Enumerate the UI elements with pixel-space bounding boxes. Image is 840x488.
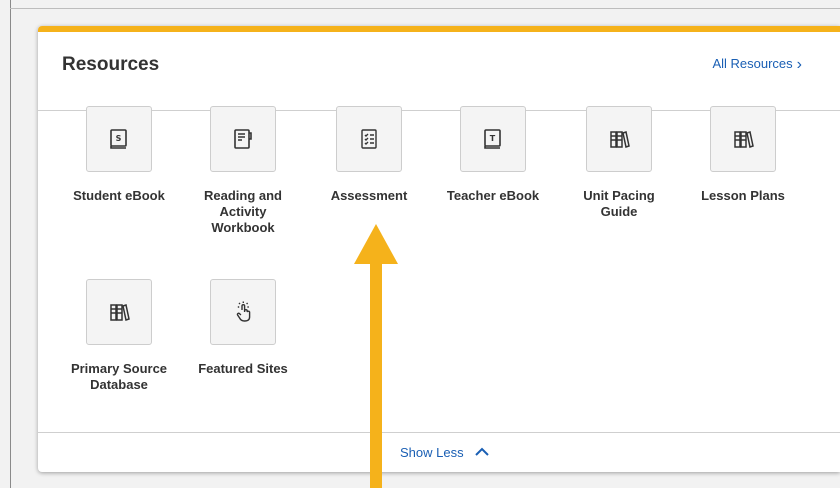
- svg-text:S: S: [116, 134, 122, 143]
- tile-label: Lesson Plans: [701, 188, 785, 203]
- window-border-left: [10, 0, 11, 488]
- panel-title: Resources: [62, 54, 160, 75]
- show-less-label: Show Less: [400, 445, 464, 460]
- tile-featured-sites[interactable]: Featured Sites: [188, 279, 298, 377]
- assessment-checklist-icon: [361, 129, 377, 149]
- tile-label: Student eBook: [73, 188, 165, 203]
- hand-pointer-icon: [236, 301, 251, 322]
- svg-text:T: T: [490, 134, 496, 143]
- tile-icon-box: [586, 106, 652, 172]
- all-resources-label: All Resources: [712, 56, 793, 71]
- annotation-arrow: [354, 224, 398, 488]
- teacher-ebook-icon: T: [484, 129, 501, 149]
- panel-header: Resources All Resources ›: [38, 32, 840, 111]
- tile-icon-box: [336, 106, 402, 172]
- workbook-icon: [234, 129, 252, 149]
- resources-panel: Resources All Resources › S Student eBook…: [38, 26, 840, 472]
- show-less-button[interactable]: Show Less: [400, 445, 490, 460]
- tile-icon-box: [210, 279, 276, 345]
- tile-teacher-ebook[interactable]: T Teacher eBook: [438, 106, 548, 204]
- tile-icon-box: S: [86, 106, 152, 172]
- tile-unit-pacing-guide[interactable]: Unit Pacing Guide: [564, 106, 674, 220]
- window-border-top: [10, 8, 840, 9]
- panel-footer: Show Less: [38, 432, 840, 472]
- all-resources-link[interactable]: All Resources ›: [712, 56, 802, 73]
- chevron-right-icon: ›: [796, 56, 802, 73]
- binders-icon: [110, 304, 130, 321]
- tile-label: Reading and Activity Workbook: [203, 188, 282, 235]
- tile-assessment[interactable]: Assessment: [314, 106, 424, 204]
- tile-label: Teacher eBook: [446, 188, 540, 203]
- tile-reading-activity-workbook[interactable]: Reading and Activity Workbook: [188, 106, 298, 236]
- tile-icon-box: [86, 279, 152, 345]
- tile-icon-box: T: [460, 106, 526, 172]
- tile-label: Assessment: [330, 188, 408, 203]
- tile-label: Primary Source Database: [70, 361, 168, 392]
- tile-student-ebook[interactable]: S Student eBook: [64, 106, 174, 204]
- binders-icon: [610, 131, 630, 148]
- binders-icon: [734, 131, 754, 148]
- student-ebook-icon: S: [110, 129, 127, 149]
- chevron-up-icon: [474, 447, 489, 456]
- tile-icon-box: [710, 106, 776, 172]
- tile-label: Unit Pacing Guide: [583, 188, 655, 219]
- tile-primary-source-database[interactable]: Primary Source Database: [64, 279, 174, 393]
- tile-icon-box: [210, 106, 276, 172]
- tile-label: Featured Sites: [198, 361, 288, 376]
- tile-lesson-plans[interactable]: Lesson Plans: [688, 106, 798, 204]
